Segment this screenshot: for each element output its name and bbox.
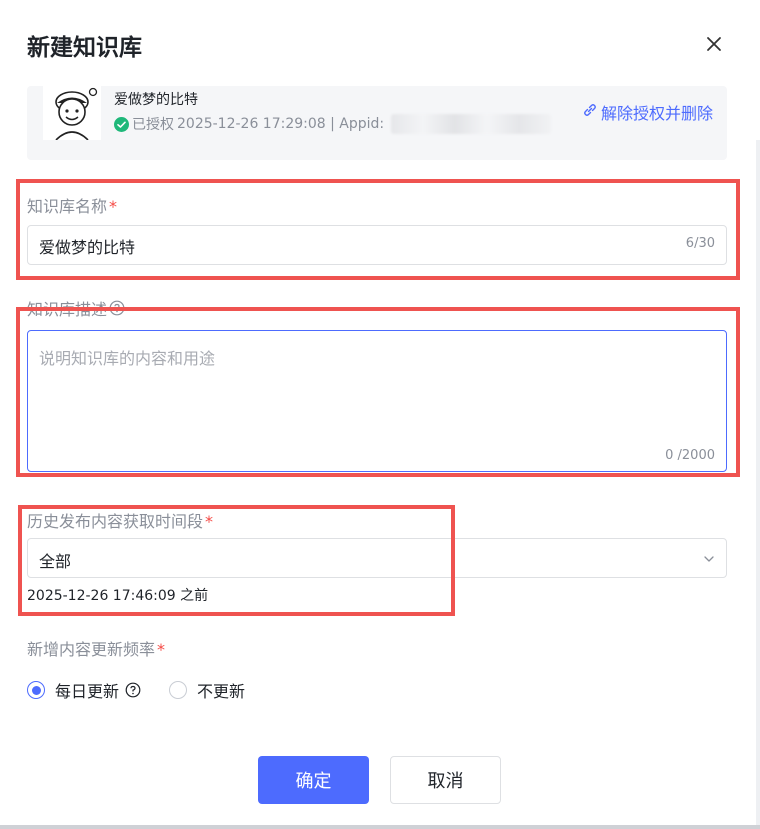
radio-no-update-label: 不更新 [197, 682, 246, 701]
required-mark: * [109, 197, 118, 216]
auth-time-appid: 2025-12-26 17:29:08 | Appid: [177, 116, 385, 132]
scrollbar-track [756, 140, 760, 825]
radio-no-update[interactable]: 不更新 [169, 678, 245, 702]
radio-unselected-icon [169, 681, 188, 699]
account-name: 爱做梦的比特 [114, 92, 198, 108]
cancel-button[interactable]: 取消 [390, 756, 501, 804]
account-card: 爱做梦的比特 已授权 2025-12-26 17:29:08 | Appid: … [27, 86, 727, 160]
kb-name-value: 爱做梦的比特 [39, 238, 136, 257]
required-mark: * [157, 640, 166, 659]
kb-name-counter: 6/30 [685, 236, 715, 251]
radio-daily-update[interactable]: 每日更新 [27, 678, 141, 702]
kb-desc-label: 知识库描述 [27, 296, 125, 320]
chevron-down-icon [702, 551, 716, 565]
kb-name-input[interactable]: 爱做梦的比特 6/30 [27, 225, 727, 265]
close-icon[interactable] [701, 31, 727, 57]
radio-selected-icon [27, 681, 45, 699]
history-period-hint: 2025-12-26 17:46:09 之前 [27, 588, 209, 604]
radio-daily-label: 每日更新 [55, 682, 120, 701]
link-icon [582, 102, 598, 122]
update-frequency-label: 新增内容更新频率 * [27, 640, 166, 659]
auth-status: 已授权 [132, 117, 174, 133]
update-frequency-radio-group: 每日更新 不更新 [27, 678, 245, 702]
help-circle-icon[interactable] [109, 300, 125, 316]
bottom-border [0, 825, 760, 829]
history-period-label: 历史发布内容获取时间段 * [27, 512, 214, 531]
kb-desc-placeholder: 说明知识库的内容和用途 [39, 349, 216, 368]
confirm-button[interactable]: 确定 [258, 756, 369, 804]
avatar [43, 86, 101, 141]
dialog-title: 新建知识库 [27, 35, 142, 61]
kb-desc-textarea[interactable]: 说明知识库的内容和用途 0 /2000 [27, 330, 727, 472]
auth-info: 已授权 2025-12-26 17:29:08 | Appid: [114, 114, 552, 134]
help-circle-icon[interactable] [125, 682, 141, 698]
history-period-select[interactable]: 全部 [27, 538, 727, 578]
unbind-label: 解除授权并删除 [600, 104, 713, 123]
check-circle-icon [114, 116, 129, 132]
required-mark: * [205, 512, 214, 531]
blurred-appid [391, 114, 552, 134]
history-period-value: 全部 [39, 552, 72, 571]
create-knowledge-base-dialog: 新建知识库 爱做梦的比特 已授权 2025-12-26 17:29:08 | A… [0, 0, 760, 829]
kb-desc-counter: 0 /2000 [665, 448, 715, 463]
unbind-delete-link[interactable]: 解除授权并删除 [582, 100, 713, 124]
kb-name-label: 知识库名称 * [27, 197, 118, 216]
